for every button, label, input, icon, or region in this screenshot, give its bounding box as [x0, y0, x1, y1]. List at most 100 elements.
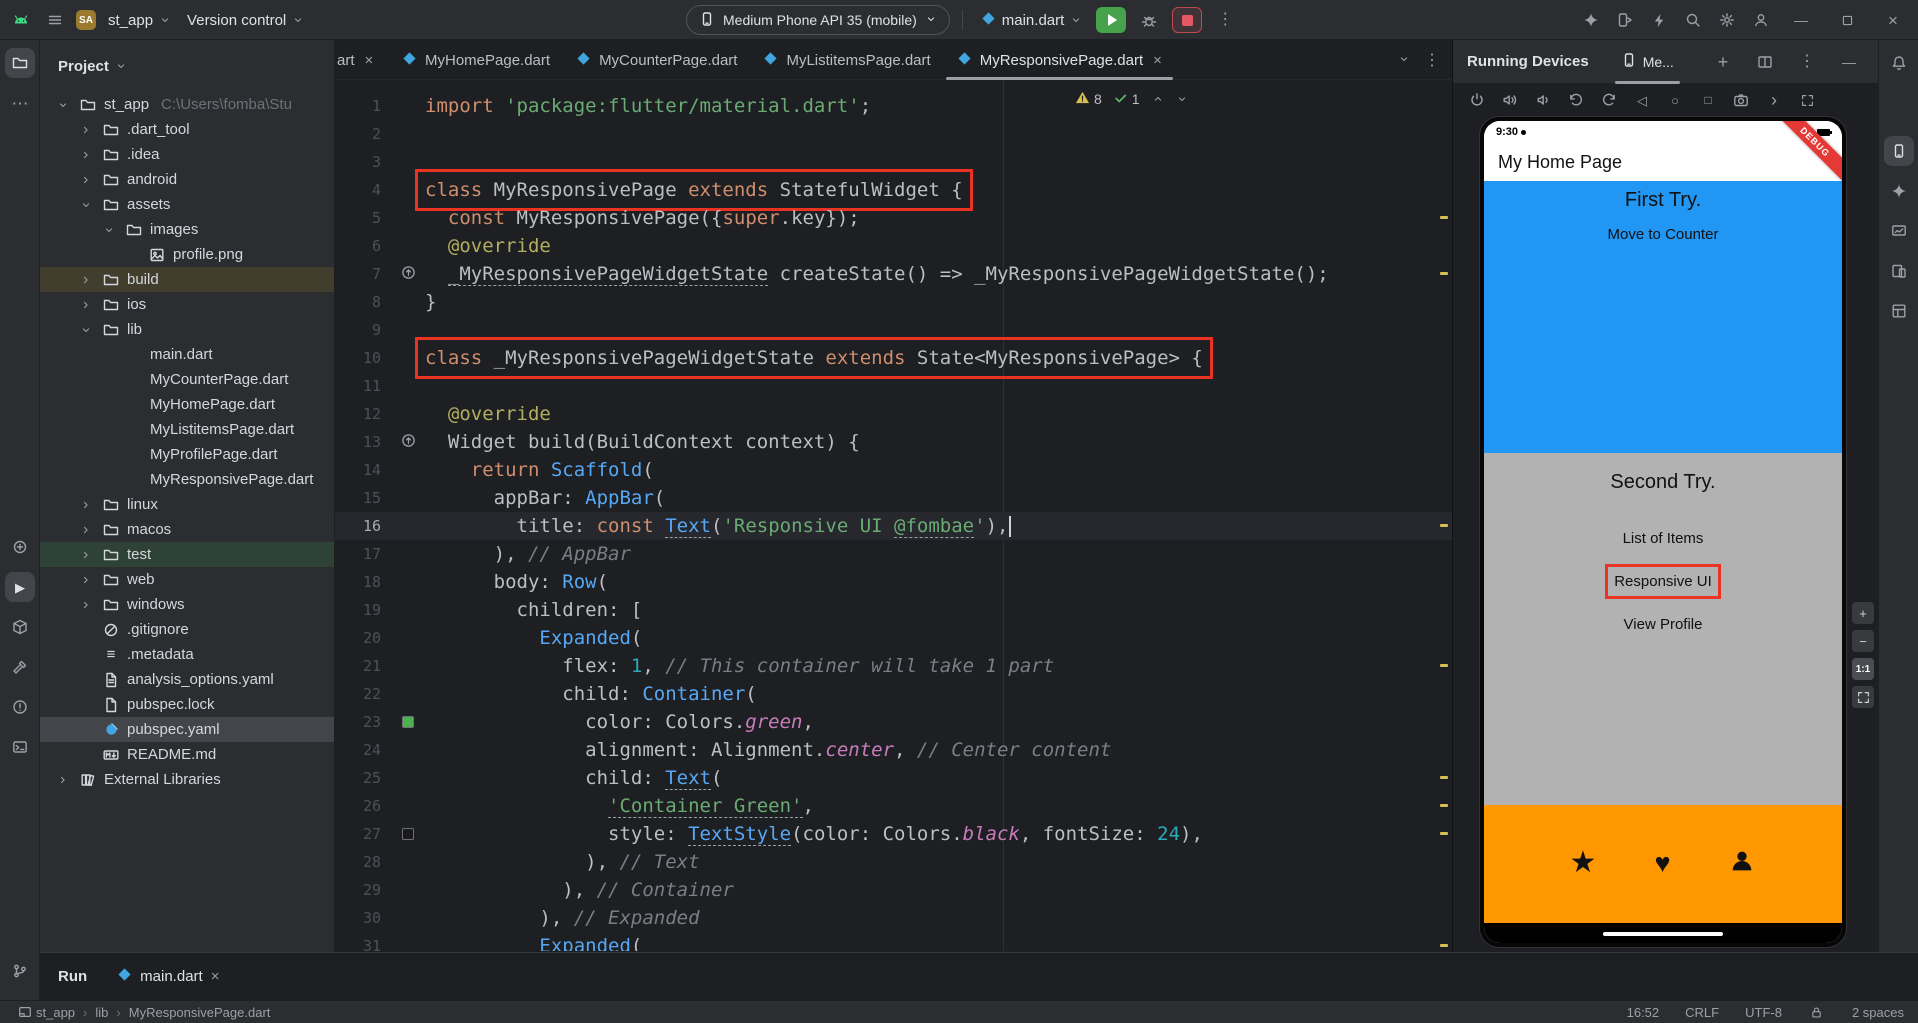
breadcrumb-lib[interactable]: lib [95, 1005, 108, 1020]
app-quality-insights-tool-button[interactable] [1884, 216, 1914, 246]
running-devices-tool-button[interactable] [1884, 136, 1914, 166]
search-button[interactable] [1678, 6, 1708, 34]
tree-item-external-libraries[interactable]: External Libraries [40, 767, 334, 792]
view-profile-button[interactable]: View Profile [1484, 616, 1842, 633]
editor[interactable]: 1 import 'package:flutter/material.dart';… [335, 80, 1452, 951]
tree-item-mycounterpage-dart[interactable]: MyCounterPage.dart [40, 367, 334, 392]
zoom-fit-button[interactable] [1852, 686, 1874, 708]
line-number[interactable]: 15 [335, 484, 391, 512]
code-line-5[interactable]: 5 const MyResponsivePage({super.key}); [335, 204, 1452, 232]
device-selector[interactable]: Medium Phone API 35 (mobile) [686, 5, 950, 35]
line-number[interactable]: 23 [335, 708, 391, 736]
stripe-warning-mark[interactable] [1440, 664, 1448, 667]
code-line-28[interactable]: 28 ), // Text [335, 848, 1452, 876]
tree-item-analysis-options-yaml[interactable]: analysis_options.yaml [40, 667, 334, 692]
tree-item-myresponsivepage-dart[interactable]: MyResponsivePage.dart [40, 467, 334, 492]
line-number[interactable]: 25 [335, 764, 391, 792]
stripe-warning-mark[interactable] [1440, 832, 1448, 835]
zoom-out-button[interactable]: − [1852, 630, 1874, 652]
code-line-17[interactable]: 17 ), // AppBar [335, 540, 1452, 568]
previous-problem-button[interactable] [1152, 93, 1164, 105]
code-line-19[interactable]: 19 children: [ [335, 596, 1452, 624]
account-button[interactable] [1746, 6, 1776, 34]
emulator-screen[interactable]: 9:30 My Home Page First Try. Move to Cou… [1484, 121, 1842, 943]
code-view[interactable]: 1 import 'package:flutter/material.dart';… [335, 80, 1452, 951]
code-line-7[interactable]: 7 _MyResponsivePageWidgetState createSta… [335, 260, 1452, 288]
color-swatch-green[interactable] [402, 716, 414, 728]
run-toolwindow-title[interactable]: Run [58, 968, 87, 985]
tree-item-images[interactable]: images [40, 217, 334, 242]
back-button[interactable]: ◁ [1632, 90, 1652, 110]
line-number[interactable]: 9 [335, 316, 391, 344]
run-config-selector[interactable]: main.dart [975, 6, 1089, 34]
tree-item-metadata[interactable]: ≡ .metadata [40, 642, 334, 667]
indent-config[interactable]: 2 spaces [1852, 1005, 1904, 1020]
device-tab[interactable]: Me... [1613, 40, 1682, 84]
ai-assistant-button[interactable] [1576, 6, 1606, 34]
tree-item-web[interactable]: web [40, 567, 334, 592]
close-icon[interactable]: × [1153, 52, 1162, 69]
main-menu-button[interactable] [40, 6, 70, 34]
layout-inspector-tool-button[interactable] [1884, 296, 1914, 326]
device-manager-tool-button[interactable] [1884, 256, 1914, 286]
line-number[interactable]: 21 [335, 652, 391, 680]
move-to-counter-button[interactable]: Move to Counter [1484, 226, 1842, 243]
add-device-button[interactable]: + [1708, 48, 1738, 76]
stripe-warning-mark[interactable] [1440, 804, 1448, 807]
tree-item-st-app[interactable]: st_app C:\Users\fomba\Stu [40, 92, 334, 117]
code-line-29[interactable]: 29 ), // Container [335, 876, 1452, 904]
inspections-widget[interactable]: 8 1 [1075, 90, 1188, 108]
code-line-15[interactable]: 15 appBar: AppBar( [335, 484, 1452, 512]
override-method-icon[interactable] [401, 260, 416, 288]
line-number[interactable]: 1 [335, 92, 391, 120]
tab-myresponsivepage-dart[interactable]: MyResponsivePage.dart × [944, 40, 1175, 80]
code-line-1[interactable]: 1 import 'package:flutter/material.dart'; [335, 92, 1452, 120]
close-icon[interactable]: × [365, 52, 374, 69]
line-number[interactable]: 31 [335, 932, 391, 951]
line-number[interactable]: 20 [335, 624, 391, 652]
heart-icon[interactable]: ♥ [1654, 849, 1670, 877]
line-number[interactable]: 2 [335, 120, 391, 148]
rotate-left-button[interactable] [1566, 90, 1586, 110]
tree-item-readme-md[interactable]: README.md [40, 742, 334, 767]
line-number[interactable]: 27 [335, 820, 391, 848]
code-line-20[interactable]: 20 Expanded( [335, 624, 1452, 652]
line-number[interactable]: 24 [335, 736, 391, 764]
more-actions-button[interactable]: ⋮ [1210, 6, 1240, 34]
logcat-tool-button[interactable] [5, 532, 35, 562]
code-line-10[interactable]: 10 class _MyResponsivePageWidgetState ext… [335, 337, 1452, 379]
code-line-31[interactable]: 31 Expanded( [335, 932, 1452, 951]
cursor-position[interactable]: 16:52 [1627, 1005, 1660, 1020]
code-line-2[interactable]: 2 [335, 120, 1452, 148]
warnings-count[interactable]: 8 [1075, 90, 1102, 108]
toolwindows-icon[interactable] [14, 1002, 36, 1022]
line-number[interactable]: 16 [335, 512, 391, 540]
terminal-tool-button[interactable] [5, 732, 35, 762]
next-problem-button[interactable] [1176, 93, 1188, 105]
tree-item-gitignore[interactable]: .gitignore [40, 617, 334, 642]
line-number[interactable]: 10 [335, 344, 391, 372]
line-number[interactable]: 13 [335, 428, 391, 456]
code-line-21[interactable]: 21 flex: 1, // This container will take … [335, 652, 1452, 680]
zoom-in-button[interactable]: + [1852, 602, 1874, 624]
responsive-ui-button[interactable]: Responsive UI [1484, 564, 1842, 599]
maximize-button[interactable] [1826, 0, 1868, 40]
tree-item-mylistitemspage-dart[interactable]: MyListitemsPage.dart [40, 417, 334, 442]
line-separator[interactable]: CRLF [1685, 1005, 1719, 1020]
fullscreen-button[interactable] [1797, 90, 1817, 110]
breadcrumb-st-app[interactable]: st_app [36, 1005, 75, 1020]
tab-options-icon[interactable]: ⋮ [1424, 52, 1440, 69]
vcs-widget[interactable]: Version control [181, 6, 310, 34]
hide-panel-button[interactable]: — [1834, 48, 1864, 76]
code-line-25[interactable]: 25 child: Text( [335, 764, 1452, 792]
tree-item-android[interactable]: android [40, 167, 334, 192]
line-number[interactable]: 6 [335, 232, 391, 260]
line-number[interactable]: 3 [335, 148, 391, 176]
tree-item-myhomepage-dart[interactable]: MyHomePage.dart [40, 392, 334, 417]
stripe-warning-mark[interactable] [1440, 776, 1448, 779]
tab-mylistitemspage-dart[interactable]: MyListitemsPage.dart [750, 40, 943, 80]
stripe-warning-mark[interactable] [1440, 272, 1448, 275]
panel-options-button[interactable]: ⋮ [1792, 48, 1822, 76]
code-line-11[interactable]: 11 [335, 372, 1452, 400]
stripe-warning-mark[interactable] [1440, 216, 1448, 219]
